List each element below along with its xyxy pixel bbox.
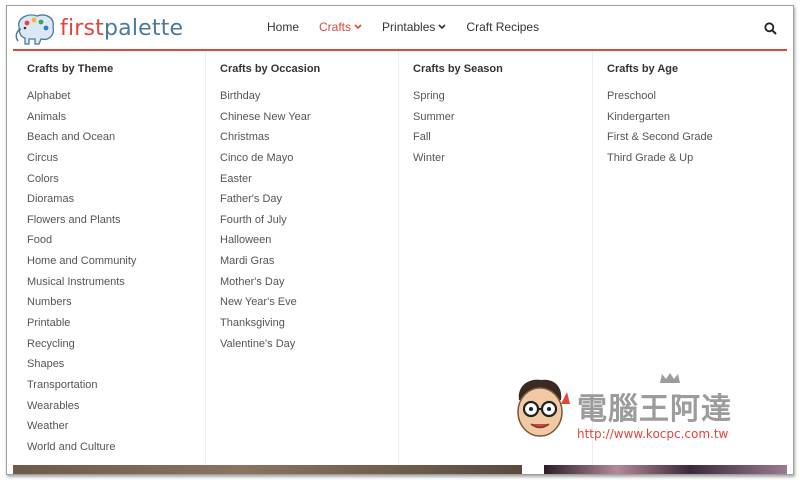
elephant-logo-icon bbox=[15, 14, 55, 45]
menu-link[interactable]: Preschool bbox=[607, 90, 713, 111]
logo-first: first bbox=[60, 15, 104, 41]
nav-printables-label: Printables bbox=[382, 20, 436, 34]
menu-link[interactable]: First & Second Grade bbox=[607, 131, 713, 152]
column-crafts-by-theme: Crafts by Theme Alphabet Animals Beach a… bbox=[13, 51, 206, 471]
menu-link[interactable]: Spring bbox=[413, 90, 455, 111]
logo-wordmark: firstpalette bbox=[60, 16, 183, 41]
menu-link[interactable]: Father's Day bbox=[220, 193, 311, 214]
main-nav: Home Crafts Printables Craft Recipes bbox=[267, 20, 559, 34]
menu-link[interactable]: Cinco de Mayo bbox=[220, 152, 311, 173]
column-crafts-by-occasion: Crafts by Occasion Birthday Chinese New … bbox=[206, 51, 399, 471]
menu-link[interactable]: Numbers bbox=[27, 296, 136, 317]
hero-image-strip bbox=[13, 465, 522, 474]
menu-link[interactable]: World and Culture bbox=[27, 441, 136, 462]
menu-link[interactable]: Kindergarten bbox=[607, 111, 713, 132]
nav-craft-recipes[interactable]: Craft Recipes bbox=[466, 20, 539, 34]
menu-link[interactable]: Birthday bbox=[220, 90, 311, 111]
menu-link[interactable]: Alphabet bbox=[27, 90, 136, 111]
hero-image-strip bbox=[544, 465, 787, 474]
menu-link[interactable]: Chinese New Year bbox=[220, 111, 311, 132]
column-list: Alphabet Animals Beach and Ocean Circus … bbox=[27, 90, 136, 462]
menu-link[interactable]: Transportation bbox=[27, 379, 136, 400]
menu-link[interactable]: Third Grade & Up bbox=[607, 152, 713, 173]
nav-crafts-label: Crafts bbox=[319, 20, 352, 34]
column-list: Birthday Chinese New Year Christmas Cinc… bbox=[220, 90, 311, 358]
menu-link[interactable]: Food bbox=[27, 234, 136, 255]
menu-link[interactable]: Fall bbox=[413, 131, 455, 152]
site-header: firstpalette Home Crafts Printables Craf… bbox=[7, 6, 793, 50]
nav-home[interactable]: Home bbox=[267, 20, 299, 34]
menu-link[interactable]: Dioramas bbox=[27, 193, 136, 214]
nav-home-label: Home bbox=[267, 20, 300, 34]
column-title: Crafts by Age bbox=[607, 63, 679, 75]
menu-link[interactable]: Winter bbox=[413, 152, 455, 173]
search-button[interactable] bbox=[764, 22, 777, 40]
column-list: Spring Summer Fall Winter bbox=[413, 90, 455, 173]
menu-link[interactable]: Mother's Day bbox=[220, 276, 311, 297]
mascot-face-icon bbox=[517, 379, 570, 437]
menu-link[interactable]: Printable bbox=[27, 317, 136, 338]
menu-link[interactable]: Christmas bbox=[220, 131, 311, 152]
menu-link[interactable]: Musical Instruments bbox=[27, 276, 136, 297]
menu-link[interactable]: Flowers and Plants bbox=[27, 214, 136, 235]
menu-link[interactable]: Home and Community bbox=[27, 255, 136, 276]
nav-printables[interactable]: Printables bbox=[382, 20, 446, 34]
browser-frame: firstpalette Home Crafts Printables Craf… bbox=[6, 5, 794, 475]
menu-link[interactable]: Wearables bbox=[27, 400, 136, 421]
menu-link[interactable]: Valentine's Day bbox=[220, 338, 311, 359]
crown-icon bbox=[660, 373, 680, 383]
watermark: 電腦王阿達 http://www.kocpc.com.tw bbox=[507, 372, 777, 452]
column-title: Crafts by Occasion bbox=[220, 63, 321, 75]
menu-link[interactable]: Recycling bbox=[27, 338, 136, 359]
menu-link[interactable]: Halloween bbox=[220, 234, 311, 255]
menu-link[interactable]: Fourth of July bbox=[220, 214, 311, 235]
menu-link[interactable]: Colors bbox=[27, 173, 136, 194]
watermark-title: 電腦王阿達 bbox=[577, 392, 732, 427]
column-title: Crafts by Theme bbox=[27, 63, 114, 75]
watermark-url: http://www.kocpc.com.tw bbox=[577, 427, 729, 441]
menu-link[interactable]: Thanksgiving bbox=[220, 317, 311, 338]
menu-link[interactable]: Circus bbox=[27, 152, 136, 173]
menu-link[interactable]: New Year's Eve bbox=[220, 296, 311, 317]
site-logo[interactable]: firstpalette bbox=[13, 10, 183, 46]
menu-link[interactable]: Mardi Gras bbox=[220, 255, 311, 276]
menu-link[interactable]: Beach and Ocean bbox=[27, 131, 136, 152]
menu-link[interactable]: Summer bbox=[413, 111, 455, 132]
nav-crafts[interactable]: Crafts bbox=[319, 20, 362, 34]
nav-craft-recipes-label: Craft Recipes bbox=[466, 20, 540, 34]
chevron-down-icon bbox=[438, 24, 446, 30]
column-list: Preschool Kindergarten First & Second Gr… bbox=[607, 90, 713, 173]
column-title: Crafts by Season bbox=[413, 63, 503, 75]
chevron-down-icon bbox=[354, 24, 362, 30]
menu-link[interactable]: Easter bbox=[220, 173, 311, 194]
search-icon bbox=[764, 22, 777, 35]
logo-palette: palette bbox=[104, 15, 184, 41]
menu-link[interactable]: Shapes bbox=[27, 358, 136, 379]
menu-link[interactable]: Weather bbox=[27, 420, 136, 441]
menu-link[interactable]: Animals bbox=[27, 111, 136, 132]
